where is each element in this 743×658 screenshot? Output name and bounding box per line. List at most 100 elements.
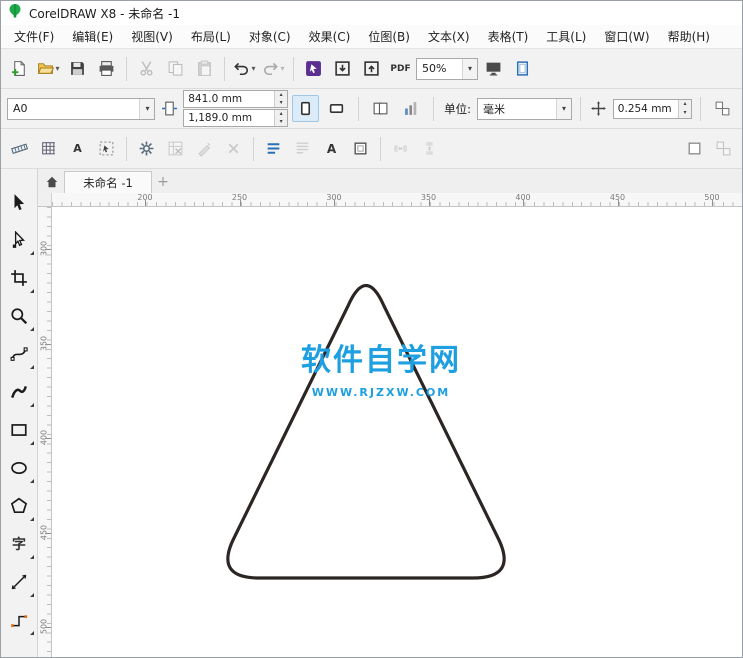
page-size-combobox[interactable]: A0 ▾ <box>7 97 156 120</box>
ellipse-tool[interactable] <box>1 449 37 487</box>
redo-button[interactable]: ▾ <box>260 55 287 82</box>
parallel-dimension-tool[interactable] <box>1 563 37 601</box>
edit-path-button[interactable] <box>191 135 218 162</box>
zoom-level-combobox-caret-icon[interactable]: ▾ <box>462 58 477 79</box>
menu-item-9[interactable]: 工具(L) <box>537 25 595 48</box>
table-tools-button[interactable] <box>162 135 189 162</box>
duplicate-distance-button[interactable] <box>709 95 736 122</box>
fullscreen-preview-button[interactable] <box>480 55 507 82</box>
nudge-steppers[interactable]: ▴ ▾ <box>678 99 691 118</box>
options-button[interactable] <box>133 135 160 162</box>
redo-button-dropdown-icon[interactable]: ▾ <box>280 64 284 73</box>
vruler-major-tick <box>45 532 51 534</box>
paragraph-format-button[interactable] <box>289 135 316 162</box>
undo-button-dropdown-icon[interactable]: ▾ <box>251 64 255 73</box>
menu-item-8[interactable]: 表格(T) <box>479 25 538 48</box>
show-rulers-button[interactable] <box>509 55 536 82</box>
ruler-origin[interactable] <box>38 193 52 207</box>
copy-button[interactable] <box>162 55 189 82</box>
all-pages-button[interactable] <box>367 95 394 122</box>
zoom-tool[interactable] <box>1 297 37 335</box>
units-label: 单位: <box>444 101 471 116</box>
menubar: 文件(F) 编辑(E) 视图(V) 布局(L) 对象(C) 效果(C) 位图(B) 文本(X)… <box>1 25 742 49</box>
nudge-distance-spinner[interactable]: 0.254 mm ▴ ▾ <box>612 98 692 119</box>
menu-item-11[interactable]: 帮助(H) <box>659 25 719 48</box>
menu-item-3[interactable]: 布局(L) <box>182 25 240 48</box>
undo-button[interactable]: ▾ <box>231 55 258 82</box>
menu-item-10[interactable]: 窗口(W) <box>595 25 658 48</box>
shape-tool[interactable] <box>1 221 37 259</box>
save-button[interactable] <box>64 55 91 82</box>
text-tool[interactable]: 字 <box>1 525 37 563</box>
page-height-spinner[interactable]: 1,189.0 mm ▴ ▾ <box>183 109 289 127</box>
menu-item-0[interactable]: 文件(F) <box>5 25 63 48</box>
landscape-orientation-button[interactable] <box>323 95 350 122</box>
frame-button[interactable] <box>681 135 708 162</box>
units-caret-icon[interactable]: ▾ <box>556 98 572 119</box>
v-spacing-button[interactable] <box>416 135 443 162</box>
character-format-button[interactable]: A <box>318 135 345 162</box>
dimension-style-button[interactable] <box>6 135 33 162</box>
connector-tool[interactable] <box>1 601 37 639</box>
document-area: 未命名 -1 + 200 250 300 350 400 450 500 300 350 400… <box>38 169 742 657</box>
current-page-button[interactable] <box>398 95 425 122</box>
crop-tool[interactable] <box>1 259 37 297</box>
hruler-major-tick <box>523 200 524 206</box>
rectangle-tool[interactable] <box>1 411 37 449</box>
h-spacing-button[interactable] <box>387 135 414 162</box>
open-button[interactable]: ▾ <box>35 55 62 82</box>
page-width-spinner[interactable]: 841.0 mm ▴ ▾ <box>183 90 289 108</box>
standard-toolbar: ▾ ▾ ▾ PDF 50% ▾ <box>1 49 742 89</box>
horizontal-ruler[interactable]: 200 250 300 350 400 450 500 <box>52 193 742 207</box>
polygon-tool[interactable] <box>1 487 37 525</box>
menu-item-4[interactable]: 对象(C) <box>240 25 300 48</box>
export-button[interactable] <box>358 55 385 82</box>
new-tab-button[interactable]: + <box>152 171 174 193</box>
vruler-major-tick <box>45 627 51 628</box>
menu-item-1[interactable]: 编辑(E) <box>63 25 122 48</box>
ruler-row: 200 250 300 350 400 450 500 <box>38 193 742 207</box>
artistic-media-tool[interactable] <box>1 373 37 411</box>
home-tab-button[interactable] <box>40 171 64 193</box>
page-size-caret-icon[interactable]: ▾ <box>139 98 155 119</box>
nudge-distance-value: 0.254 mm <box>617 102 672 115</box>
open-button-dropdown-icon[interactable]: ▾ <box>55 64 59 73</box>
import-button[interactable] <box>329 55 356 82</box>
bullet-list-button[interactable] <box>260 135 287 162</box>
marquee-select-button[interactable] <box>93 135 120 162</box>
print-button[interactable] <box>93 55 120 82</box>
text-grid-button[interactable]: A <box>64 135 91 162</box>
cut-button[interactable] <box>133 55 160 82</box>
delete-button[interactable] <box>220 135 247 162</box>
page-width-steppers[interactable]: ▴ ▾ <box>274 91 288 107</box>
freehand-tool[interactable] <box>1 335 37 373</box>
grid-toggle-button[interactable] <box>35 135 62 162</box>
rounded-triangle-shape[interactable] <box>52 207 742 657</box>
menu-item-5[interactable]: 效果(C) <box>300 25 360 48</box>
units-combobox[interactable]: 毫米 ▾ <box>476 97 573 120</box>
canvas[interactable]: 软件自学网 WWW.RJZXW.COM <box>52 207 742 657</box>
page-width-value: 841.0 mm <box>188 93 243 105</box>
hruler-major-tick <box>145 200 146 206</box>
watermark-url: WWW.RJZXW.COM <box>311 386 451 399</box>
app-icon <box>7 3 23 23</box>
paste-button[interactable] <box>191 55 218 82</box>
menu-item-2[interactable]: 视图(V) <box>122 25 182 48</box>
text-frame-button[interactable] <box>347 135 374 162</box>
menu-item-7[interactable]: 文本(X) <box>419 25 479 48</box>
search-content-button[interactable] <box>300 55 327 82</box>
property-bar: A0 ▾ 841.0 mm ▴ ▾ 1,189.0 mm ▴ ▾ 单位: 毫米 … <box>1 89 742 129</box>
document-tab[interactable]: 未命名 -1 <box>64 171 152 193</box>
menu-item-6[interactable]: 位图(B) <box>359 25 419 48</box>
zoom-level-combobox[interactable]: 50% ▾ <box>416 57 478 80</box>
new-document-button[interactable] <box>6 55 33 82</box>
publish-pdf-button[interactable]: PDF <box>387 55 414 82</box>
hruler-major-tick <box>712 200 713 206</box>
units-value: 毫米 <box>482 102 505 116</box>
portrait-orientation-button[interactable] <box>292 95 320 122</box>
page-height-steppers[interactable]: ▴ ▾ <box>274 110 288 126</box>
vertical-ruler[interactable]: 300 350 400 450 500 <box>38 207 52 657</box>
pick-tool[interactable] <box>1 183 37 221</box>
frame-options-button[interactable] <box>710 135 737 162</box>
toolbar-separator <box>126 136 127 161</box>
